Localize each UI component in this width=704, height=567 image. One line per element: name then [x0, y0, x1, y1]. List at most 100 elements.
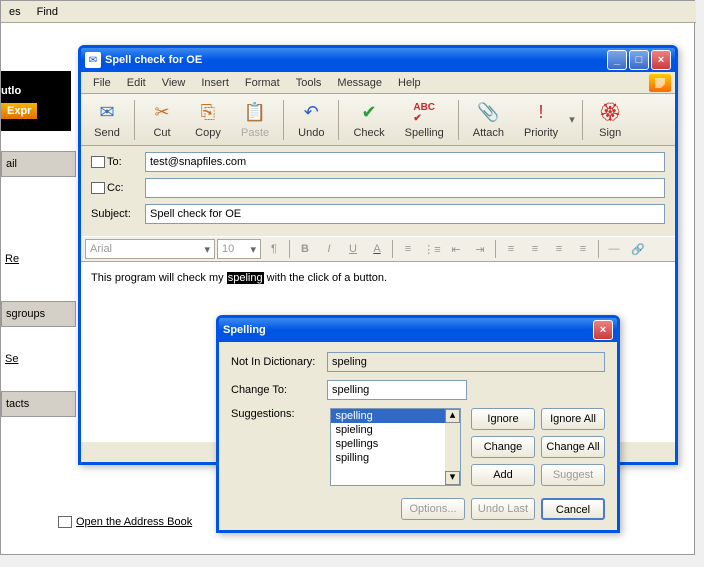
menu-message[interactable]: Message	[329, 74, 390, 92]
body-text: with the click of a button.	[264, 272, 388, 284]
numbered-list-button[interactable]: ≡	[397, 239, 419, 259]
para-style-button[interactable]: ¶	[263, 239, 285, 259]
spelling-button[interactable]: ABC✔ Spelling	[396, 97, 453, 143]
open-address-book-link[interactable]: Open the Address Book	[58, 516, 192, 528]
spelling-dialog: Spelling × Not In Dictionary: Change To:…	[216, 315, 620, 533]
suggestion-item[interactable]: spelling	[331, 409, 445, 423]
outdent-button[interactable]: ⇤	[445, 239, 467, 259]
address-book-icon	[58, 516, 72, 528]
spelling-title: Spelling	[223, 324, 591, 336]
menu-format[interactable]: Format	[237, 74, 288, 92]
paste-button[interactable]: 📋 Paste	[232, 97, 278, 143]
options-button[interactable]: Options...	[401, 498, 465, 520]
bg-side-mail[interactable]: ail	[1, 151, 76, 177]
ignore-button[interactable]: Ignore	[471, 408, 535, 430]
underline-button[interactable]: U	[342, 239, 364, 259]
bg-side-newsgroups[interactable]: sgroups	[1, 301, 76, 327]
italic-button[interactable]: I	[318, 239, 340, 259]
align-right-button[interactable]: ≡	[548, 239, 570, 259]
change-button[interactable]: Change	[471, 436, 535, 458]
scrollbar[interactable]: ▴ ▾	[445, 409, 460, 485]
copy-icon: ⎘	[196, 101, 220, 125]
menu-insert[interactable]: Insert	[193, 74, 237, 92]
sign-button[interactable]: 🏵 Sign	[588, 97, 632, 143]
minimize-button[interactable]: _	[607, 50, 627, 70]
spelling-close-button[interactable]: ×	[593, 320, 613, 340]
subject-field[interactable]	[145, 204, 665, 224]
align-left-button[interactable]: ≡	[500, 239, 522, 259]
bg-menubar: es Find	[1, 1, 696, 23]
menu-view[interactable]: View	[154, 74, 194, 92]
address-book-icon	[91, 156, 105, 168]
spelling-titlebar: Spelling ×	[219, 318, 617, 342]
suggest-button: Suggest	[541, 464, 605, 486]
bg-side-contacts[interactable]: tacts	[1, 391, 76, 417]
suggestions-label: Suggestions:	[231, 408, 320, 420]
address-book-icon	[91, 182, 105, 194]
font-color-button[interactable]: A	[366, 239, 388, 259]
check-icon: ✔	[357, 101, 381, 125]
priority-button[interactable]: ! Priority	[515, 97, 567, 143]
cc-label[interactable]: Cc:	[91, 182, 145, 194]
not-in-dictionary-label: Not In Dictionary:	[231, 356, 327, 368]
header-fields: To: Cc: Subject:	[81, 146, 675, 236]
suggestion-item[interactable]: spieling	[331, 423, 445, 437]
toolbar-separator	[458, 100, 459, 140]
cut-button[interactable]: ✂ Cut	[140, 97, 184, 143]
scroll-down-icon[interactable]: ▾	[445, 471, 460, 485]
change-all-button[interactable]: Change All	[541, 436, 605, 458]
send-icon: ✉	[95, 101, 119, 125]
window-title: Spell check for OE	[105, 54, 605, 66]
paste-icon: 📋	[243, 101, 267, 125]
undo-button[interactable]: ↶ Undo	[289, 97, 333, 143]
suggestion-item[interactable]: spilling	[331, 451, 445, 465]
bg-menu-find[interactable]: Find	[29, 3, 66, 21]
align-justify-button[interactable]: ≡	[572, 239, 594, 259]
scroll-up-icon[interactable]: ▴	[445, 409, 460, 423]
align-center-button[interactable]: ≡	[524, 239, 546, 259]
close-button[interactable]: ×	[651, 50, 671, 70]
cancel-button[interactable]: Cancel	[541, 498, 605, 520]
undo-last-button: Undo Last	[471, 498, 535, 520]
bg-side-link[interactable]: Se	[1, 347, 76, 371]
maximize-button[interactable]: □	[629, 50, 649, 70]
subject-label: Subject:	[91, 208, 145, 220]
menu-tools[interactable]: Tools	[288, 74, 330, 92]
copy-button[interactable]: ⎘ Copy	[186, 97, 230, 143]
cc-field[interactable]	[145, 178, 665, 198]
font-name-select[interactable]: Arial▾	[85, 239, 215, 259]
suggestions-list[interactable]: spelling spieling spellings spilling ▴ ▾	[330, 408, 461, 486]
not-in-dictionary-field	[327, 352, 605, 372]
body-text: This program will check my	[91, 272, 227, 284]
attach-button[interactable]: 📎 Attach	[464, 97, 513, 143]
priority-dropdown[interactable]: ▾	[569, 97, 577, 143]
add-button[interactable]: Add	[471, 464, 535, 486]
menu-edit[interactable]: Edit	[119, 74, 154, 92]
hr-button[interactable]: —	[603, 239, 625, 259]
send-button[interactable]: ✉ Send	[85, 97, 129, 143]
titlebar: ✉ Spell check for OE _ □ ×	[81, 48, 675, 72]
outlook-express-logo: utlo Expr	[1, 71, 71, 131]
menu-help[interactable]: Help	[390, 74, 429, 92]
suggestion-item[interactable]: spellings	[331, 437, 445, 451]
toolbar-separator	[582, 100, 583, 140]
to-label[interactable]: To:	[91, 156, 145, 168]
sign-icon: 🏵	[598, 101, 622, 125]
font-size-select[interactable]: 10▾	[217, 239, 261, 259]
change-to-field[interactable]	[327, 380, 467, 400]
insert-link-button[interactable]: 🔗	[627, 239, 649, 259]
bullet-list-button[interactable]: ⋮≡	[421, 239, 443, 259]
check-button[interactable]: ✔ Check	[344, 97, 393, 143]
indent-button[interactable]: ⇥	[469, 239, 491, 259]
bg-side-link[interactable]: Re	[1, 247, 76, 271]
spelling-icon: ABC✔	[412, 101, 436, 125]
toolbar-separator	[338, 100, 339, 140]
menu-file[interactable]: File	[85, 74, 119, 92]
ignore-all-button[interactable]: Ignore All	[541, 408, 605, 430]
to-field[interactable]	[145, 152, 665, 172]
toolbar: ✉ Send ✂ Cut ⎘ Copy 📋 Paste ↶ Undo ✔ Che…	[81, 94, 675, 146]
bold-button[interactable]: B	[294, 239, 316, 259]
undo-icon: ↶	[299, 101, 323, 125]
attach-icon: 📎	[476, 101, 500, 125]
bg-menu-item[interactable]: es	[1, 3, 29, 21]
